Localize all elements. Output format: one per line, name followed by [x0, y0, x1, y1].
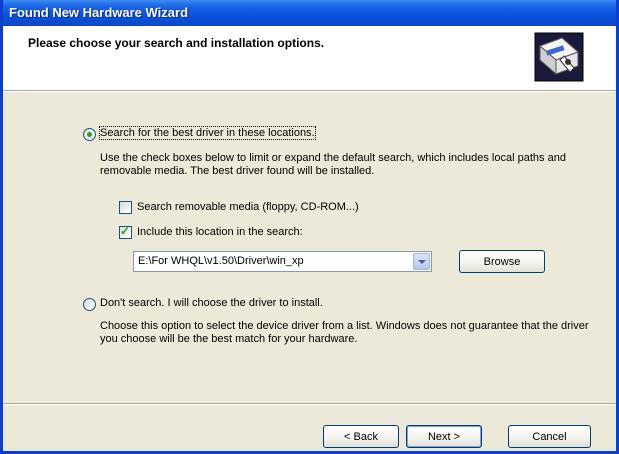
hardware-wizard-icon: [534, 32, 584, 82]
dropdown-arrow-button[interactable]: [413, 253, 430, 270]
removable-media-checkbox[interactable]: [119, 201, 132, 214]
manual-choose-radio[interactable]: [83, 298, 96, 311]
search-best-driver-radio[interactable]: [83, 128, 96, 141]
header-title: Please choose your search and installati…: [28, 36, 325, 50]
footer-divider: [3, 403, 616, 405]
header-divider: [3, 90, 616, 92]
wizard-window: Found New Hardware Wizard Please choose …: [0, 0, 619, 454]
next-button[interactable]: Next >: [406, 425, 482, 448]
search-option-description: Use the check boxes below to limit or ex…: [100, 152, 566, 177]
removable-media-label[interactable]: Search removable media (floppy, CD-ROM..…: [137, 201, 359, 213]
title-bar[interactable]: Found New Hardware Wizard: [3, 0, 616, 26]
include-location-checkbox[interactable]: ✓: [119, 224, 132, 239]
radio-selected-dot: [87, 132, 92, 137]
cancel-button[interactable]: Cancel: [508, 425, 591, 448]
location-path-value: E:\For WHQL\v1.50\Driver\win_xp: [138, 255, 304, 267]
chevron-down-icon: [418, 260, 426, 264]
back-button[interactable]: < Back: [323, 425, 399, 448]
window-title: Found New Hardware Wizard: [9, 5, 189, 20]
search-best-driver-label[interactable]: Search for the best driver in these loca…: [99, 126, 316, 140]
include-location-label[interactable]: Include this location in the search:: [137, 226, 303, 238]
browse-button[interactable]: Browse: [459, 250, 545, 273]
location-path-combobox[interactable]: E:\For WHQL\v1.50\Driver\win_xp: [133, 251, 432, 272]
manual-option-description: Choose this option to select the device …: [100, 320, 589, 345]
wizard-header: Please choose your search and installati…: [3, 26, 616, 90]
checkmark-icon: ✓: [120, 224, 131, 238]
manual-choose-label[interactable]: Don't search. I will choose the driver t…: [100, 297, 323, 309]
